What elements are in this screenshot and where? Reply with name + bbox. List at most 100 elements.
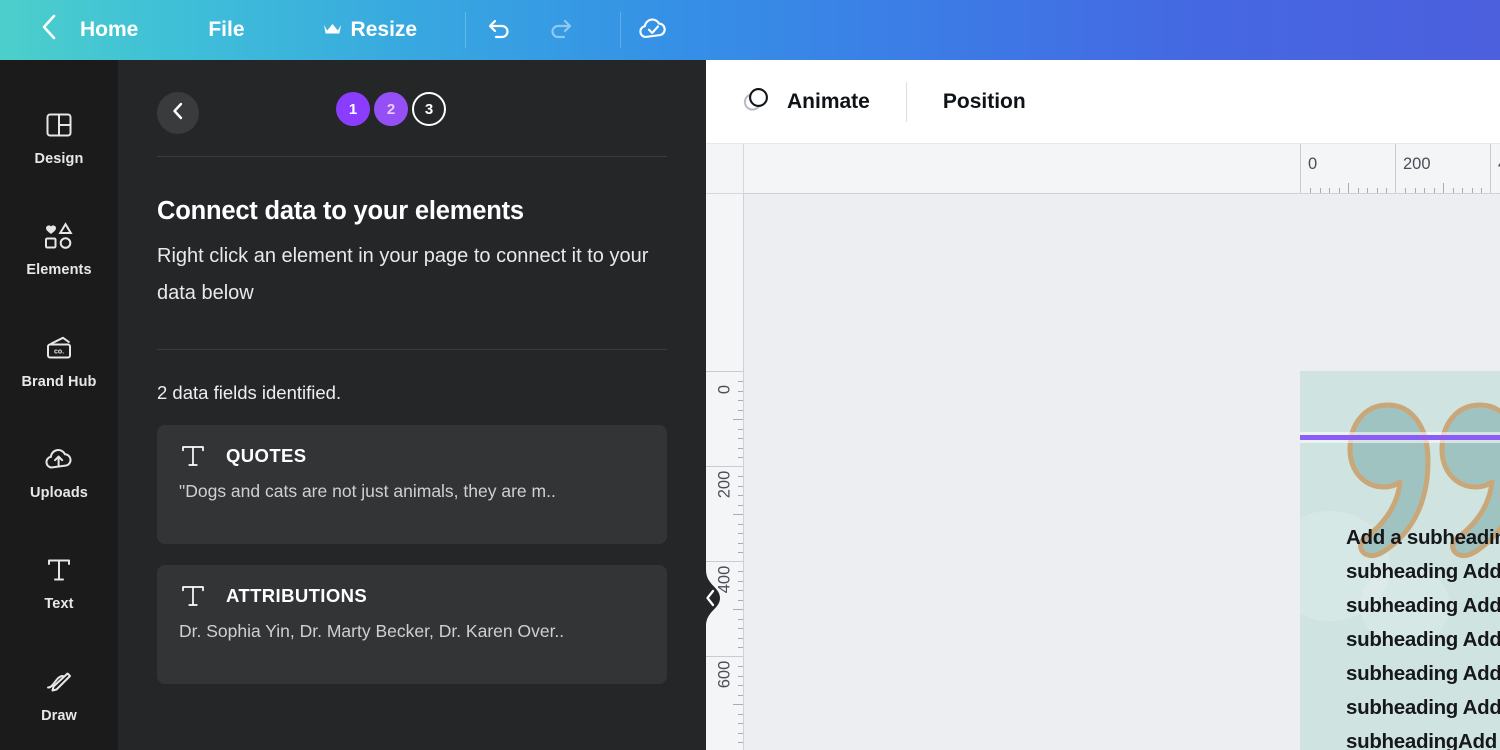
- sidebar-item-label: Elements: [26, 262, 91, 278]
- menu-resize[interactable]: Resize: [313, 0, 428, 60]
- panel-subtitle: Right click an element in your page to c…: [157, 238, 667, 312]
- page-text-line: subheading Add a: [1346, 555, 1500, 589]
- sidebar-item-draw[interactable]: Draw: [0, 639, 118, 750]
- panel-body: Connect data to your elements Right clic…: [118, 197, 706, 684]
- element-toolbar: Animate Position: [706, 60, 1500, 144]
- horizontal-ruler[interactable]: 0 200: [744, 144, 1500, 194]
- data-field-card-attributions[interactable]: ATTRIBUTIONS Dr. Sophia Yin, Dr. Marty B…: [157, 565, 667, 684]
- field-name: QUOTES: [226, 445, 307, 467]
- page-text-line: subheading Add a: [1346, 657, 1500, 691]
- ruler-h-segment: 0: [1300, 144, 1395, 194]
- canvas-viewport[interactable]: Add a subheading subheading Add a subhea…: [744, 194, 1500, 750]
- ruler-v-segment: 600: [706, 656, 744, 750]
- ruler-h-segment: 4: [1490, 144, 1500, 194]
- step-label: 1: [349, 101, 357, 118]
- ruler-h-label: 200: [1403, 155, 1431, 174]
- undo-icon: [483, 13, 513, 48]
- page-subheading-text[interactable]: Add a subheading subheading Add a subhea…: [1346, 521, 1500, 750]
- design-layout-icon: [44, 108, 74, 142]
- step-label: 2: [387, 101, 395, 118]
- sidebar-item-label: Design: [35, 151, 84, 167]
- page-text-line: subheading Add a: [1346, 691, 1500, 725]
- sidebar-item-text[interactable]: Text: [0, 527, 118, 638]
- animate-circles-icon: [740, 83, 774, 121]
- ruler-v-ticks: [732, 657, 744, 750]
- ruler-h-segment: 200: [1395, 144, 1490, 194]
- menu-home-label: Home: [80, 18, 138, 42]
- redo-icon: [547, 13, 577, 48]
- data-field-card-quotes[interactable]: QUOTES "Dogs and cats are not just anima…: [157, 425, 667, 544]
- text-t-icon: [179, 442, 207, 470]
- sidebar-item-label: Uploads: [30, 485, 88, 501]
- menu-resize-label: Resize: [351, 18, 418, 42]
- svg-text:co.: co.: [54, 348, 64, 355]
- position-button[interactable]: Position: [929, 76, 1040, 128]
- step-3[interactable]: 3: [412, 92, 446, 126]
- pencil-draw-icon: [43, 665, 75, 699]
- cloud-upload-icon: [42, 442, 76, 476]
- ruler-h-ticks: [1396, 182, 1490, 194]
- vertical-ruler[interactable]: 0 200: [706, 194, 744, 750]
- sidebar-item-uploads[interactable]: Uploads: [0, 416, 118, 527]
- ruler-v-segment: 0: [706, 371, 744, 466]
- bulk-create-panel: 1 2 3 Connect data to your elements Righ…: [118, 60, 706, 750]
- page-text-line: subheading Add a: [1346, 623, 1500, 657]
- cloud-check-icon: [636, 13, 670, 48]
- menu-home[interactable]: Home: [70, 0, 148, 60]
- sidebar-item-label: Text: [44, 596, 73, 612]
- text-t-icon: [179, 582, 207, 610]
- top-toolbar: Home File Resize: [0, 0, 1500, 60]
- step-2[interactable]: 2: [374, 92, 408, 126]
- ruler-v-ticks: [732, 562, 744, 656]
- panel-divider-top: [157, 156, 667, 157]
- field-value: Dr. Sophia Yin, Dr. Marty Becker, Dr. Ka…: [179, 621, 645, 642]
- editor-area: Animate Position 0: [706, 60, 1500, 750]
- panel-header: 1 2 3: [118, 60, 706, 156]
- panel-title: Connect data to your elements: [157, 197, 667, 226]
- redo-button[interactable]: [530, 0, 594, 60]
- menu-file[interactable]: File: [198, 0, 254, 60]
- chevron-left-icon: [38, 12, 60, 48]
- ruler-corner: [706, 144, 744, 194]
- toolbar-divider: [906, 82, 907, 122]
- history-controls: [466, 0, 594, 60]
- sidebar-item-label: Brand Hub: [21, 374, 96, 390]
- crown-icon: [323, 18, 342, 42]
- step-label: 3: [425, 101, 433, 118]
- panel-back-button[interactable]: [157, 92, 199, 134]
- chevron-left-icon: [701, 587, 719, 609]
- animate-label: Animate: [787, 90, 870, 114]
- ruler-v-ticks: [732, 467, 744, 561]
- sidebar-item-design[interactable]: Design: [0, 82, 118, 193]
- undo-button[interactable]: [466, 0, 530, 60]
- sidebar-rail: Design Elements co. Brand: [0, 60, 118, 750]
- field-name: ATTRIBUTIONS: [226, 585, 367, 607]
- shapes-icon: [42, 219, 76, 253]
- design-page[interactable]: Add a subheading subheading Add a subhea…: [1300, 371, 1500, 750]
- menu-file-label: File: [208, 18, 244, 42]
- sidebar-item-label: Draw: [41, 708, 77, 724]
- cloud-save-button[interactable]: [621, 0, 685, 60]
- sidebar-item-elements[interactable]: Elements: [0, 193, 118, 304]
- page-text-line: subheading Add a: [1346, 589, 1500, 623]
- text-t-icon: [45, 553, 73, 587]
- ruler-h-ticks: [1301, 182, 1395, 194]
- page-text-line: subheadingAdd a: [1346, 725, 1500, 750]
- design-stage: 0 200: [706, 144, 1500, 750]
- step-indicator: 1 2 3: [336, 92, 446, 126]
- page-text-line: Add a subheading: [1346, 521, 1500, 555]
- field-value: "Dogs and cats are not just animals, the…: [179, 481, 645, 502]
- field-header: QUOTES: [179, 442, 645, 470]
- step-1[interactable]: 1: [336, 92, 370, 126]
- alignment-guide-line: [1300, 435, 1500, 440]
- brand-card-icon: co.: [43, 331, 75, 365]
- chevron-left-icon: [170, 101, 186, 126]
- position-label: Position: [943, 90, 1026, 114]
- sidebar-item-brand-hub[interactable]: co. Brand Hub: [0, 305, 118, 416]
- animate-button[interactable]: Animate: [726, 76, 884, 128]
- field-header: ATTRIBUTIONS: [179, 582, 645, 610]
- panel-collapse-handle[interactable]: [694, 537, 728, 659]
- panel-divider-mid: [157, 349, 667, 350]
- back-button[interactable]: [26, 0, 72, 60]
- data-fields-count: 2 data fields identified.: [157, 382, 667, 404]
